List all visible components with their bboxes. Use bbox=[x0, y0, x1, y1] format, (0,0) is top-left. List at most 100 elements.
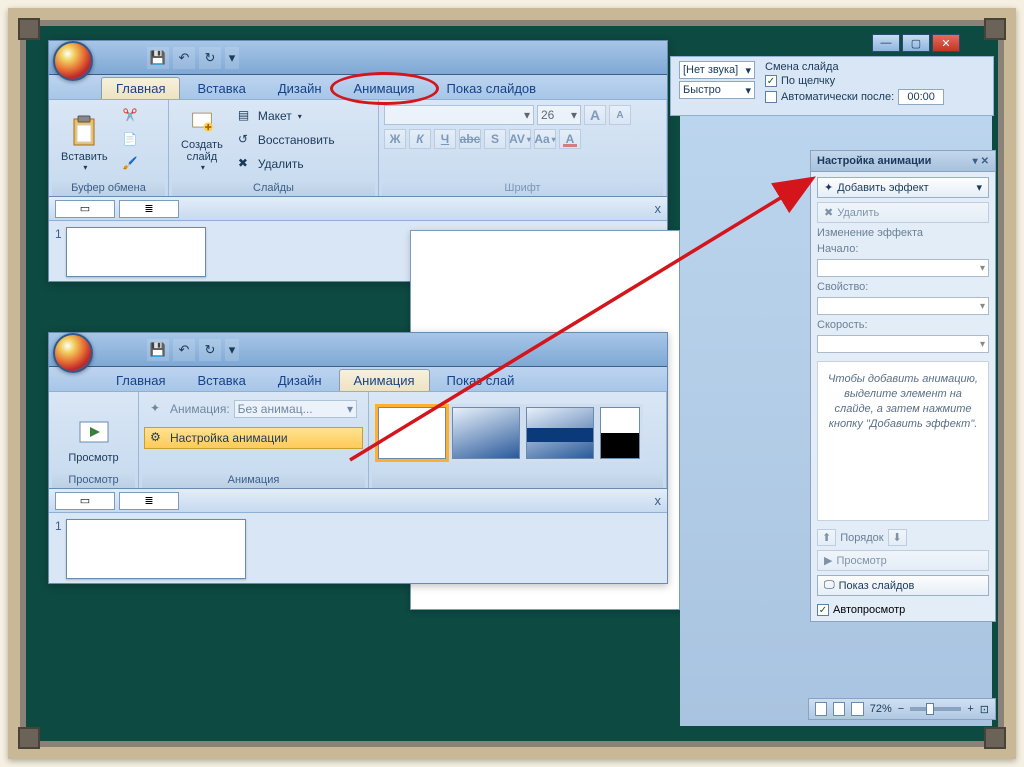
reorder-down-button[interactable]: ⬇ bbox=[888, 529, 907, 546]
qat-dropdown-icon-2[interactable]: ▾ bbox=[225, 339, 239, 361]
outline-tab-2[interactable]: ≣ bbox=[119, 492, 179, 510]
transition-bw[interactable] bbox=[600, 407, 640, 459]
font-size-combo[interactable]: 26▾ bbox=[537, 105, 581, 125]
sorter-view-button[interactable] bbox=[833, 702, 845, 716]
new-slide-button[interactable]: Создать слайд▾ bbox=[174, 105, 230, 177]
paste-label: Вставить bbox=[61, 151, 108, 163]
strike-button[interactable]: abc bbox=[459, 129, 481, 149]
slideshow-view-button[interactable] bbox=[851, 702, 863, 716]
new-slide-label: Создать слайд bbox=[181, 139, 223, 163]
scissors-icon: ✂️ bbox=[123, 108, 139, 124]
property-label: Свойство: bbox=[817, 281, 989, 293]
tab-insert[interactable]: Вставка bbox=[182, 77, 260, 99]
shrink-font-button[interactable]: A bbox=[609, 105, 631, 125]
clipboard-icon bbox=[68, 115, 100, 147]
office-button-2[interactable] bbox=[53, 333, 93, 373]
slide-number: 1 bbox=[55, 227, 62, 241]
animation-combo[interactable]: ✦ Анимация: Без анимац...▾ bbox=[144, 397, 363, 421]
preview-icon bbox=[78, 416, 110, 448]
slides-group-label: Слайды bbox=[172, 180, 375, 196]
minimize-button[interactable]: — bbox=[872, 34, 900, 52]
char-spacing-button[interactable]: AV▾ bbox=[509, 129, 531, 149]
autopreview-checkbox[interactable]: ✓ bbox=[817, 604, 829, 616]
underline-button[interactable]: Ч bbox=[434, 129, 456, 149]
taskpane-title: Настройка анимации bbox=[817, 155, 931, 167]
play-icon: ▶ bbox=[824, 554, 832, 567]
tab-design[interactable]: Дизайн bbox=[263, 77, 337, 99]
transition-stripe[interactable] bbox=[526, 407, 594, 459]
undo-icon-2[interactable]: ↶ bbox=[173, 339, 195, 361]
repeat-icon[interactable]: ↻ bbox=[199, 47, 221, 69]
tab-home-2[interactable]: Главная bbox=[101, 369, 180, 391]
start-combo[interactable]: ▾ bbox=[817, 259, 989, 277]
font-name-combo[interactable]: ▾ bbox=[384, 105, 534, 125]
outline-close-button-2[interactable]: x bbox=[655, 493, 662, 508]
zoom-value: 72% bbox=[870, 703, 892, 715]
save-icon-2[interactable]: 💾 bbox=[147, 339, 169, 361]
tab-animation-2[interactable]: Анимация bbox=[339, 369, 430, 391]
slides-tab-2[interactable]: ▭ bbox=[55, 492, 115, 510]
tab-home[interactable]: Главная bbox=[101, 77, 180, 99]
slideshow-button[interactable]: 🖵 Показ слайдов bbox=[817, 575, 989, 596]
repeat-icon-2[interactable]: ↻ bbox=[199, 339, 221, 361]
auto-after-checkbox[interactable] bbox=[765, 91, 777, 103]
grow-font-button[interactable]: A bbox=[584, 105, 606, 125]
reorder-up-button[interactable]: ⬆ bbox=[817, 529, 836, 546]
play-button[interactable]: ▶ Просмотр bbox=[817, 550, 989, 571]
tab-slideshow-2[interactable]: Показ слай bbox=[432, 369, 530, 391]
copy-icon: 📄 bbox=[123, 132, 139, 148]
slides-tab[interactable]: ▭ bbox=[55, 200, 115, 218]
tab-slideshow[interactable]: Показ слайдов bbox=[432, 77, 552, 99]
preview-button[interactable]: Просмотр bbox=[61, 397, 125, 469]
outline-close-button[interactable]: x bbox=[655, 201, 662, 216]
taskpane-menu-icon[interactable]: ▾ bbox=[973, 156, 978, 167]
slide-number-2: 1 bbox=[55, 519, 62, 533]
taskpane-close-icon[interactable]: ✕ bbox=[981, 156, 989, 167]
undo-icon[interactable]: ↶ bbox=[173, 47, 195, 69]
close-button[interactable]: ✕ bbox=[932, 34, 960, 52]
maximize-button[interactable]: ▢ bbox=[902, 34, 930, 52]
transition-speed-combo[interactable]: Быстро▾ bbox=[679, 81, 755, 99]
shadow-button[interactable]: S bbox=[484, 129, 506, 149]
speed-combo[interactable]: ▾ bbox=[817, 335, 989, 353]
advance-slide-title: Смена слайда bbox=[765, 61, 985, 73]
qat-dropdown-icon[interactable]: ▾ bbox=[225, 47, 239, 69]
tab-animation[interactable]: Анимация bbox=[339, 77, 430, 99]
remove-icon: ✖ bbox=[824, 206, 833, 219]
paste-button[interactable]: Вставить▾ bbox=[54, 105, 115, 177]
transition-fade[interactable] bbox=[452, 407, 520, 459]
italic-button[interactable]: К bbox=[409, 129, 431, 149]
remove-effect-button[interactable]: ✖ Удалить bbox=[817, 202, 989, 223]
new-slide-icon bbox=[186, 110, 218, 135]
font-color-button[interactable]: A bbox=[559, 129, 581, 149]
normal-view-button[interactable] bbox=[815, 702, 827, 716]
slide-thumbnail-2[interactable] bbox=[66, 519, 246, 579]
fit-button[interactable]: ⊡ bbox=[980, 703, 989, 716]
auto-after-time[interactable]: 00:00 bbox=[898, 89, 944, 105]
zoom-in-button[interactable]: + bbox=[967, 703, 973, 715]
delete-button[interactable]: ✖Удалить bbox=[232, 153, 341, 175]
format-painter-button[interactable]: 🖌️ bbox=[117, 153, 145, 175]
transition-none[interactable] bbox=[378, 407, 446, 459]
change-case-button[interactable]: Aa▾ bbox=[534, 129, 556, 149]
bold-button[interactable]: Ж bbox=[384, 129, 406, 149]
layout-button[interactable]: ▤Макет▾ bbox=[232, 105, 341, 127]
property-combo[interactable]: ▾ bbox=[817, 297, 989, 315]
tab-insert-2[interactable]: Вставка bbox=[182, 369, 260, 391]
zoom-out-button[interactable]: − bbox=[898, 703, 904, 715]
gear-star-icon: ⚙ bbox=[150, 430, 166, 446]
copy-button[interactable]: 📄 bbox=[117, 129, 145, 151]
office-button[interactable] bbox=[53, 41, 93, 81]
tab-design-2[interactable]: Дизайн bbox=[263, 369, 337, 391]
custom-animation-button[interactable]: ⚙ Настройка анимации bbox=[144, 427, 363, 449]
outline-tab[interactable]: ≣ bbox=[119, 200, 179, 218]
add-effect-button[interactable]: ✦ Добавить эффект ▾ bbox=[817, 177, 989, 198]
slide-thumbnail[interactable] bbox=[66, 227, 206, 277]
brush-icon: 🖌️ bbox=[123, 156, 139, 172]
zoom-slider[interactable] bbox=[910, 707, 961, 711]
on-click-checkbox[interactable]: ✓ bbox=[765, 75, 777, 87]
transition-sound-combo[interactable]: [Нет звука]▾ bbox=[679, 61, 755, 79]
reset-button[interactable]: ↺Восстановить bbox=[232, 129, 341, 151]
cut-button[interactable]: ✂️ bbox=[117, 105, 145, 127]
save-icon[interactable]: 💾 bbox=[147, 47, 169, 69]
